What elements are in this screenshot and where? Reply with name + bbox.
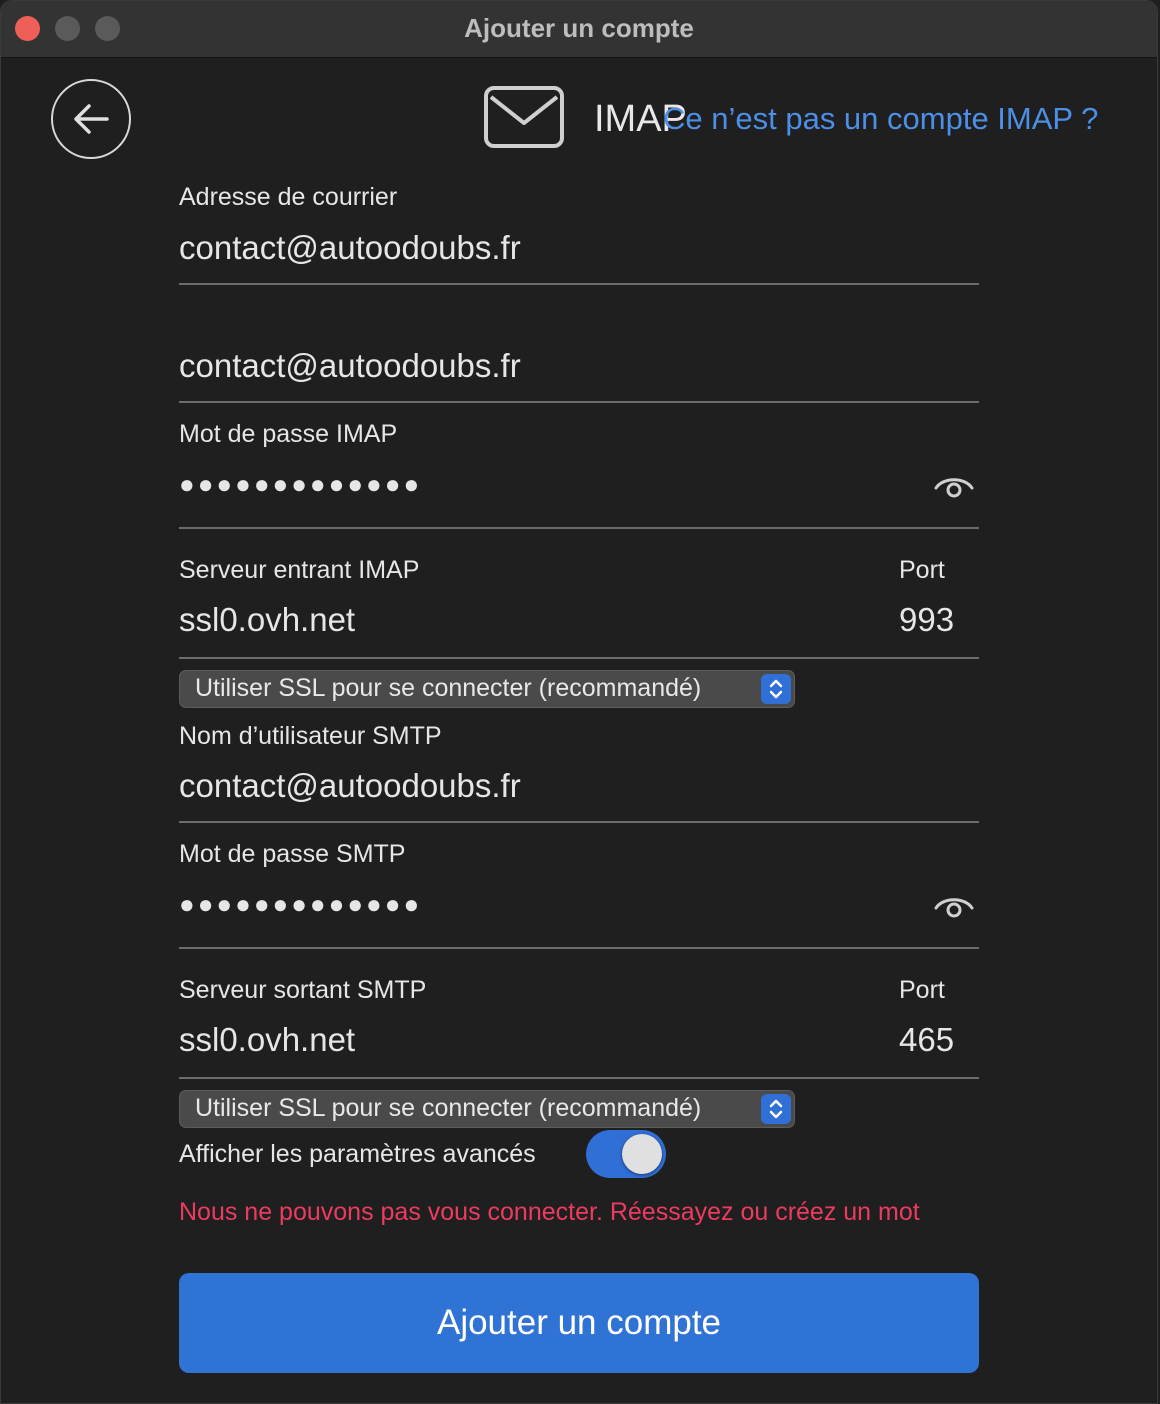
email-underline: [179, 283, 979, 285]
imap-password-underline: [179, 527, 979, 529]
imap-password-field[interactable]: ●●●●●●●●●●●●●: [179, 469, 422, 500]
outgoing-port-field[interactable]: 465: [899, 1021, 954, 1059]
chevron-up-down-icon: [761, 674, 791, 704]
smtp-username-underline: [179, 821, 979, 823]
error-message: Nous ne pouvons pas vous connecter. Rées…: [179, 1198, 920, 1226]
smtp-password-underline: [179, 947, 979, 949]
add-account-button-label: Ajouter un compte: [436, 1303, 722, 1342]
incoming-server-underline: [179, 657, 979, 659]
eye-icon[interactable]: [933, 471, 975, 501]
mail-icon: [484, 86, 564, 148]
add-account-window: Ajouter un compte IMAP Ce n’est pas un c…: [0, 0, 1158, 1404]
outgoing-ssl-select-value: Utiliser SSL pour se connecter (recomman…: [195, 1094, 702, 1122]
chevron-up-down-icon: [761, 1094, 791, 1124]
incoming-port-label: Port: [899, 556, 945, 584]
window-title: Ajouter un compte: [464, 13, 694, 43]
incoming-server-field[interactable]: ssl0.ovh.net: [179, 601, 355, 639]
imap-username-field[interactable]: contact@autoodoubs.fr: [179, 347, 521, 385]
back-button[interactable]: [51, 79, 131, 159]
email-label: Adresse de courrier: [179, 183, 398, 211]
incoming-server-label: Serveur entrant IMAP: [179, 556, 420, 584]
incoming-port-field[interactable]: 993: [899, 601, 954, 639]
email-field[interactable]: contact@autoodoubs.fr: [179, 229, 521, 267]
advanced-settings-label: Afficher les paramètres avancés: [179, 1140, 536, 1168]
imap-password-label: Mot de passe IMAP: [179, 420, 398, 448]
back-arrow-icon: [74, 104, 109, 134]
incoming-ssl-select-value: Utiliser SSL pour se connecter (recomman…: [195, 674, 702, 702]
outgoing-port-label: Port: [899, 976, 945, 1004]
add-account-button[interactable]: Ajouter un compte: [179, 1273, 979, 1373]
incoming-ssl-select[interactable]: Utiliser SSL pour se connecter (recomman…: [179, 670, 795, 708]
outgoing-ssl-select[interactable]: Utiliser SSL pour se connecter (recomman…: [179, 1090, 795, 1128]
toggle-knob: [622, 1134, 662, 1174]
outgoing-server-label: Serveur sortant SMTP: [179, 976, 427, 1004]
outgoing-server-underline: [179, 1077, 979, 1079]
smtp-username-field[interactable]: contact@autoodoubs.fr: [179, 767, 521, 805]
eye-icon[interactable]: [933, 891, 975, 921]
not-imap-link[interactable]: Ce n’est pas un compte IMAP ?: [663, 101, 1098, 137]
imap-username-underline: [179, 401, 979, 403]
smtp-password-field[interactable]: ●●●●●●●●●●●●●: [179, 889, 422, 920]
smtp-username-label: Nom d’utilisateur SMTP: [179, 722, 442, 750]
advanced-settings-toggle[interactable]: [586, 1130, 666, 1178]
smtp-password-label: Mot de passe SMTP: [179, 840, 406, 868]
outgoing-server-field[interactable]: ssl0.ovh.net: [179, 1021, 355, 1059]
title-bar: Ajouter un compte: [1, 1, 1157, 58]
